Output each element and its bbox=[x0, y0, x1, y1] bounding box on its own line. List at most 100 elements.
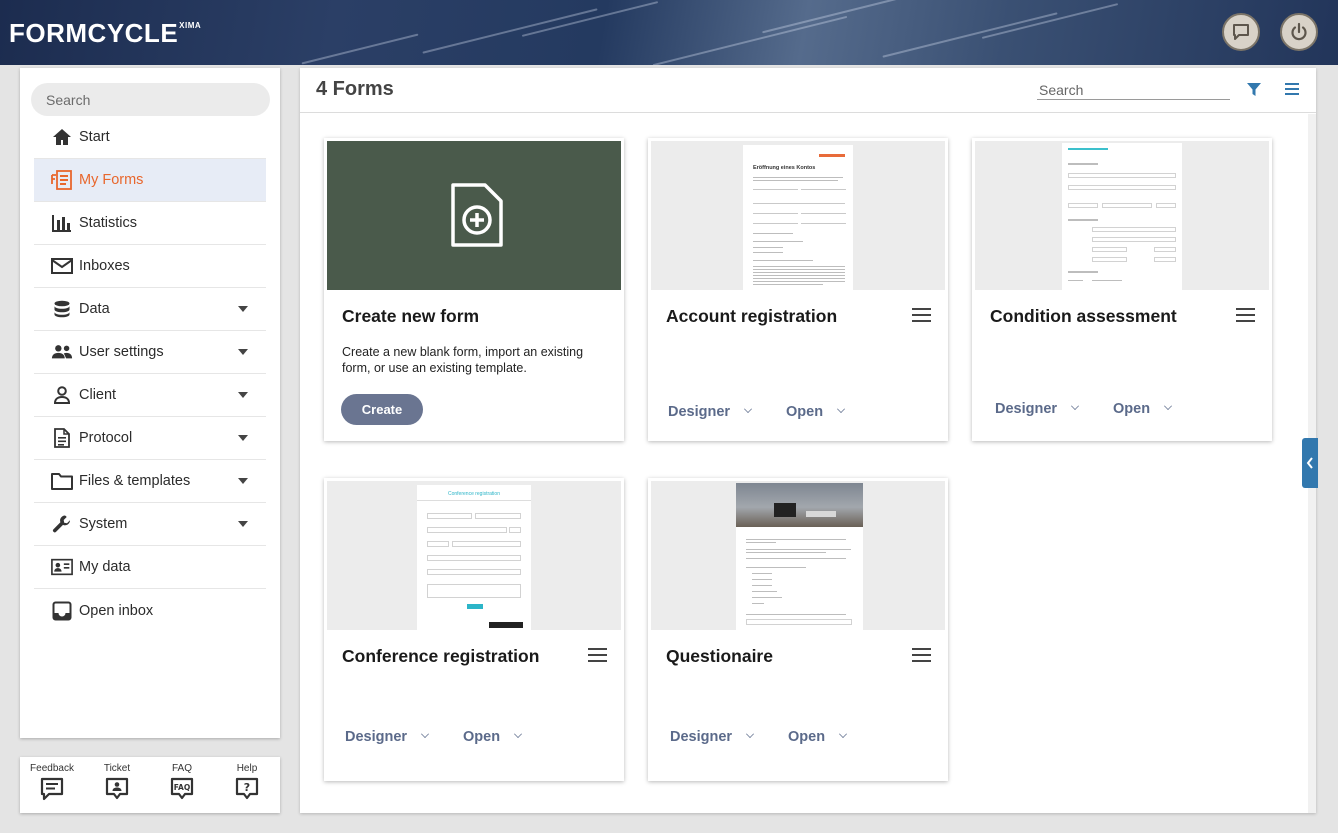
card-description: Create a new blank form, import an exist… bbox=[342, 345, 584, 375]
help-label: Help bbox=[236, 763, 258, 774]
create-form-thumbnail[interactable] bbox=[327, 141, 621, 290]
sidebar-item-client[interactable]: Client bbox=[34, 374, 266, 417]
open-label: Open bbox=[788, 729, 826, 745]
chevron-down-icon bbox=[238, 521, 248, 527]
folder-icon bbox=[51, 470, 73, 492]
thumb-heading: Conference registration bbox=[448, 491, 500, 497]
faq-badge: FAQ bbox=[174, 783, 190, 792]
card-menu-icon[interactable] bbox=[1236, 308, 1255, 326]
designer-label: Designer bbox=[670, 729, 733, 745]
sidebar-item-statistics[interactable]: Statistics bbox=[34, 202, 266, 245]
sidebar-item-label: Files & templates bbox=[79, 473, 191, 489]
chevron-down-icon bbox=[839, 730, 848, 738]
inbox-icon bbox=[51, 600, 73, 622]
chevron-down-icon bbox=[1164, 402, 1173, 410]
help-badge: ? bbox=[244, 781, 250, 794]
form-thumbnail[interactable] bbox=[975, 141, 1269, 290]
chevron-down-icon bbox=[837, 405, 846, 413]
sidebar-item-label: My Forms bbox=[79, 172, 144, 188]
sidebar-item-label: Start bbox=[79, 129, 110, 145]
document-icon bbox=[51, 427, 73, 449]
chevron-down-icon bbox=[421, 730, 430, 738]
chevron-down-icon bbox=[746, 730, 755, 738]
form-card-conference-registration: Conference registration Conference regis… bbox=[324, 478, 624, 781]
sidebar-menu: Start My Forms Statistics Inboxes Data U… bbox=[34, 116, 266, 632]
sidebar-item-files-templates[interactable]: Files & templates bbox=[34, 460, 266, 503]
sidebar-item-user-settings[interactable]: User settings bbox=[34, 331, 266, 374]
card-title: Condition assessment bbox=[990, 306, 1177, 326]
open-button[interactable]: Open bbox=[786, 404, 846, 420]
app-logo: FORMCYCLEXIMA bbox=[9, 18, 201, 49]
sidebar: Start My Forms Statistics Inboxes Data U… bbox=[20, 68, 280, 738]
users-icon bbox=[51, 341, 73, 363]
designer-label: Designer bbox=[668, 404, 731, 420]
sidebar-item-system[interactable]: System bbox=[34, 503, 266, 546]
open-label: Open bbox=[1113, 401, 1151, 417]
help-link[interactable]: Help ? bbox=[217, 763, 277, 804]
designer-button[interactable]: Designer bbox=[668, 404, 753, 420]
chevron-down-icon bbox=[238, 306, 248, 312]
designer-button[interactable]: Designer bbox=[345, 729, 430, 745]
faq-icon: FAQ bbox=[170, 777, 194, 800]
designer-label: Designer bbox=[995, 401, 1058, 417]
form-thumbnail[interactable]: Conference registration bbox=[327, 481, 621, 630]
sidebar-item-protocol[interactable]: Protocol bbox=[34, 417, 266, 460]
forms-search-input[interactable] bbox=[1037, 80, 1230, 100]
help-links: Feedback Ticket FAQ FAQ Help ? bbox=[20, 757, 280, 813]
bar-chart-icon bbox=[51, 212, 73, 234]
form-thumbnail[interactable]: Eröffnung eines Kontos bbox=[651, 141, 945, 290]
chat-button[interactable] bbox=[1222, 13, 1260, 51]
collapse-panel-button[interactable] bbox=[1302, 438, 1318, 488]
sidebar-item-my-data[interactable]: My data bbox=[34, 546, 266, 589]
chevron-down-icon bbox=[238, 392, 248, 398]
form-card-condition-assessment: Condition assessment Designer Open bbox=[972, 138, 1272, 441]
card-title: Create new form bbox=[342, 306, 480, 326]
main-header: 4 Forms bbox=[300, 68, 1316, 113]
create-button[interactable]: Create bbox=[341, 394, 423, 425]
create-form-card: Create new form Create a new blank form,… bbox=[324, 138, 624, 441]
sidebar-item-start[interactable]: Start bbox=[34, 116, 266, 159]
form-thumbnail[interactable] bbox=[651, 481, 945, 630]
app-header: FORMCYCLEXIMA bbox=[0, 0, 1338, 65]
chat-icon bbox=[1233, 24, 1249, 40]
card-menu-icon[interactable] bbox=[588, 648, 607, 666]
ticket-icon bbox=[105, 777, 129, 800]
card-title: Questionaire bbox=[666, 646, 773, 666]
open-label: Open bbox=[463, 729, 501, 745]
sidebar-item-label: System bbox=[79, 516, 128, 532]
chevron-down-icon bbox=[514, 730, 523, 738]
sidebar-item-inboxes[interactable]: Inboxes bbox=[34, 245, 266, 288]
power-button[interactable] bbox=[1280, 13, 1318, 51]
faq-link[interactable]: FAQ FAQ bbox=[152, 763, 212, 804]
card-menu-icon[interactable] bbox=[912, 648, 931, 666]
sidebar-item-label: User settings bbox=[79, 344, 164, 360]
sidebar-item-label: My data bbox=[79, 559, 131, 575]
designer-button[interactable]: Designer bbox=[995, 401, 1080, 417]
designer-button[interactable]: Designer bbox=[670, 729, 755, 745]
page-title: 4 Forms bbox=[316, 78, 394, 100]
ticket-link[interactable]: Ticket bbox=[87, 763, 147, 804]
feedback-link[interactable]: Feedback bbox=[22, 763, 82, 804]
card-menu-icon[interactable] bbox=[912, 308, 931, 326]
sidebar-item-label: Inboxes bbox=[79, 258, 130, 274]
chevron-down-icon bbox=[238, 478, 248, 484]
ticket-label: Ticket bbox=[103, 763, 131, 774]
sidebar-search-input[interactable] bbox=[31, 83, 270, 116]
feedback-label: Feedback bbox=[30, 763, 74, 774]
sidebar-item-my-forms[interactable]: My Forms bbox=[34, 159, 266, 202]
chevron-down-icon bbox=[238, 349, 248, 355]
open-button[interactable]: Open bbox=[463, 729, 523, 745]
person-icon bbox=[51, 384, 73, 406]
card-title: Conference registration bbox=[342, 646, 540, 666]
open-button[interactable]: Open bbox=[1113, 401, 1173, 417]
home-icon bbox=[51, 126, 73, 148]
feedback-icon bbox=[40, 777, 64, 801]
open-button[interactable]: Open bbox=[788, 729, 848, 745]
card-title: Account registration bbox=[666, 306, 838, 326]
sidebar-item-data[interactable]: Data bbox=[34, 288, 266, 331]
list-view-icon[interactable] bbox=[1285, 83, 1299, 95]
filter-icon[interactable] bbox=[1247, 83, 1261, 97]
thumb-heading: Eröffnung eines Kontos bbox=[753, 165, 816, 171]
sidebar-item-open-inbox[interactable]: Open inbox bbox=[34, 589, 266, 632]
logo-text: FORMCYCLE bbox=[9, 18, 179, 48]
